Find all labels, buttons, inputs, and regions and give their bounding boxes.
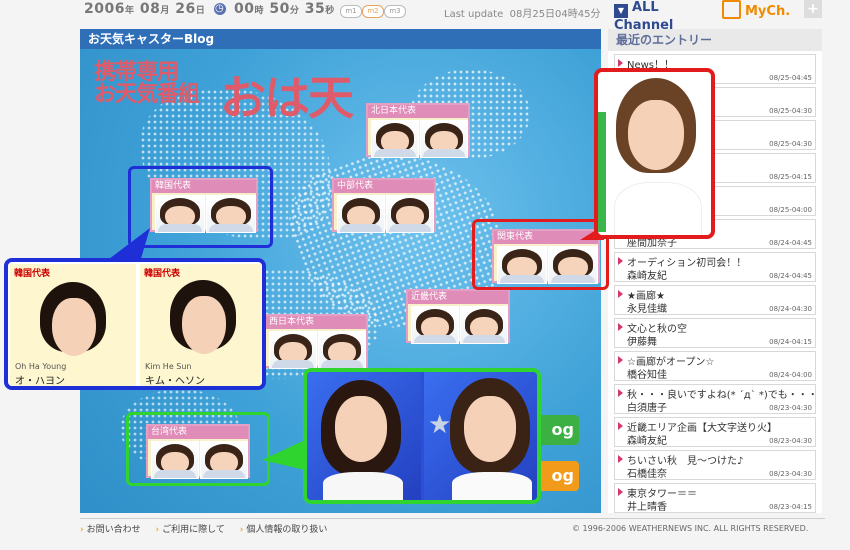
entry-author: 森崎友紀 — [627, 271, 667, 282]
map-title: お天気キャスターBlog — [80, 29, 601, 49]
tv-icon — [722, 0, 741, 19]
kanto-caster-popup — [594, 68, 715, 239]
entry-timestamp: 08/25-04:30 — [769, 107, 812, 115]
orange-blog-button[interactable]: og — [535, 461, 579, 491]
map-strip — [598, 112, 606, 232]
entry-author: 森崎友紀 — [627, 436, 667, 447]
last-update: Last update 08月25日04時45分 — [444, 9, 601, 20]
bullet-arrow-icon — [618, 455, 623, 463]
bullet-arrow-icon — [618, 488, 623, 496]
bullet-arrow-icon — [618, 323, 623, 331]
bullet-arrow-icon — [618, 290, 623, 298]
bullet-arrow-icon — [618, 59, 623, 67]
caster-photo — [371, 120, 419, 158]
entry-item[interactable]: 文心と秋の空 伊藤舞 08/24-04:15 — [614, 318, 816, 348]
caster-photo — [337, 195, 385, 233]
green-blog-button[interactable]: og — [535, 415, 579, 445]
mych-button[interactable]: MyCh. — [722, 0, 790, 19]
caster-photo — [386, 195, 434, 233]
logo-subtitle: 携帯専用 お天気番組 — [94, 60, 200, 107]
bullet-arrow-icon — [618, 422, 623, 430]
entry-item[interactable]: 近畿エリア企画【大文字送り火】 森崎友紀 08/23-04:30 — [614, 417, 816, 447]
entry-timestamp: 08/24-04:15 — [769, 338, 812, 346]
caster-photo — [460, 306, 508, 344]
caster-shirt — [614, 182, 702, 235]
taiwan-highlight-outline — [126, 412, 270, 486]
region-card-chubu[interactable]: 中部代表 — [332, 178, 436, 233]
korea-casters-popup: 韓国代表 Oh Ha Young オ・ハヨン 韓国代表 Kim He Sun キ… — [4, 258, 266, 390]
entry-timestamp: 08/23-04:15 — [769, 503, 812, 511]
bullet-arrow-icon — [618, 356, 623, 364]
caster-shirt — [452, 472, 532, 500]
entry-timestamp: 08/23-04:30 — [769, 437, 812, 445]
entry-author: 石橋佳奈 — [627, 469, 667, 480]
entry-item[interactable]: 秋・・・良いですよね(* ´д` *)でも・・・ 白須唐子 08/23-04:30 — [614, 384, 818, 414]
caster-photo — [318, 331, 366, 369]
footer-link-terms[interactable]: › ご利用に際して — [156, 525, 225, 535]
entry-author: 井上晴香 — [627, 502, 667, 513]
entry-item[interactable]: ちいさい秋 見～つけた♪ 石橋佳奈 08/23-04:30 — [614, 450, 816, 480]
entry-author: 白須唐子 — [627, 403, 667, 414]
entry-timestamp: 08/23-04:30 — [769, 470, 812, 478]
region-card-hokkaido[interactable]: 北日本代表 — [366, 103, 470, 158]
region-card-nishi[interactable]: 西日本代表 — [264, 314, 368, 369]
caster-photo — [269, 331, 317, 369]
copyright: © 1996-2006 WEATHERNEWS INC. ALL RIGHTS … — [572, 524, 809, 533]
footer-link-privacy[interactable]: › 個人情報の取り扱い — [240, 525, 328, 535]
caster-photo — [420, 120, 468, 158]
star-wand-icon: ★ — [428, 410, 452, 440]
entry-timestamp: 08/25-04:00 — [769, 206, 812, 214]
mode-button-1[interactable]: m1 — [340, 5, 362, 18]
entry-item[interactable]: ☆画廊がオープン☆ 橋谷知佳 08/24-04:00 — [614, 351, 816, 381]
entry-author: 伊藤舞 — [627, 337, 657, 348]
entry-timestamp: 08/25-04:15 — [769, 173, 812, 181]
region-card-kinki[interactable]: 近畿代表 — [406, 289, 510, 344]
entry-author: 橋谷知佳 — [627, 370, 667, 381]
taiwan-casters-popup: ★ — [303, 368, 541, 504]
caster-photo-taiwan-2: ★ — [424, 372, 537, 500]
sidebar-title: 最近のエントリー — [608, 29, 822, 51]
entry-item[interactable]: ★画廊★ 永見佳織 08/24-04:30 — [614, 285, 816, 315]
date-time-display: 2006年 08月 26日 ◷ 00時 50分 35秒 — [84, 1, 335, 17]
korea-highlight-outline — [128, 166, 273, 248]
dropdown-arrow-icon: ▼ — [614, 4, 628, 18]
entry-timestamp: 08/24-04:45 — [769, 239, 812, 247]
caster-photo-taiwan-1 — [307, 372, 421, 500]
bullet-arrow-icon — [618, 389, 623, 397]
entry-timestamp: 08/24-04:45 — [769, 272, 812, 280]
entry-item[interactable]: 東京タワー＝＝ 井上晴香 08/23-04:15 — [614, 483, 816, 513]
footer-divider — [80, 518, 825, 519]
caster-photo-oh-ha-young: 韓国代表 Oh Ha Young オ・ハヨン — [10, 264, 136, 386]
entry-timestamp: 08/24-04:00 — [769, 371, 812, 379]
caster-photo — [411, 306, 459, 344]
mode-button-2[interactable]: m2 — [362, 5, 384, 18]
footer-link-contact[interactable]: › お問い合わせ — [80, 525, 141, 535]
clock-icon: ◷ — [213, 3, 226, 15]
mode-button-3[interactable]: m3 — [384, 5, 406, 18]
entry-timestamp: 08/23-04:30 — [769, 404, 812, 412]
entry-author: 永見佳織 — [627, 304, 667, 315]
caster-photo-kim-he-sun: 韓国代表 Kim He Sun キム・ヘソン — [140, 264, 262, 386]
entry-timestamp: 08/24-04:30 — [769, 305, 812, 313]
entry-timestamp: 08/25-04:30 — [769, 140, 812, 148]
caster-shirt — [323, 472, 403, 500]
entry-timestamp: 08/25-04:45 — [769, 74, 812, 82]
kanto-highlight-outline — [472, 219, 609, 290]
add-button[interactable]: + — [804, 0, 822, 18]
logo-title: おは天 — [220, 71, 354, 125]
bullet-arrow-icon — [618, 257, 623, 265]
all-channel-button[interactable]: ▼ ALL Channel — [614, 0, 714, 33]
entry-item[interactable]: オーディション初司会！！ 森崎友紀 08/24-04:45 — [614, 252, 816, 282]
